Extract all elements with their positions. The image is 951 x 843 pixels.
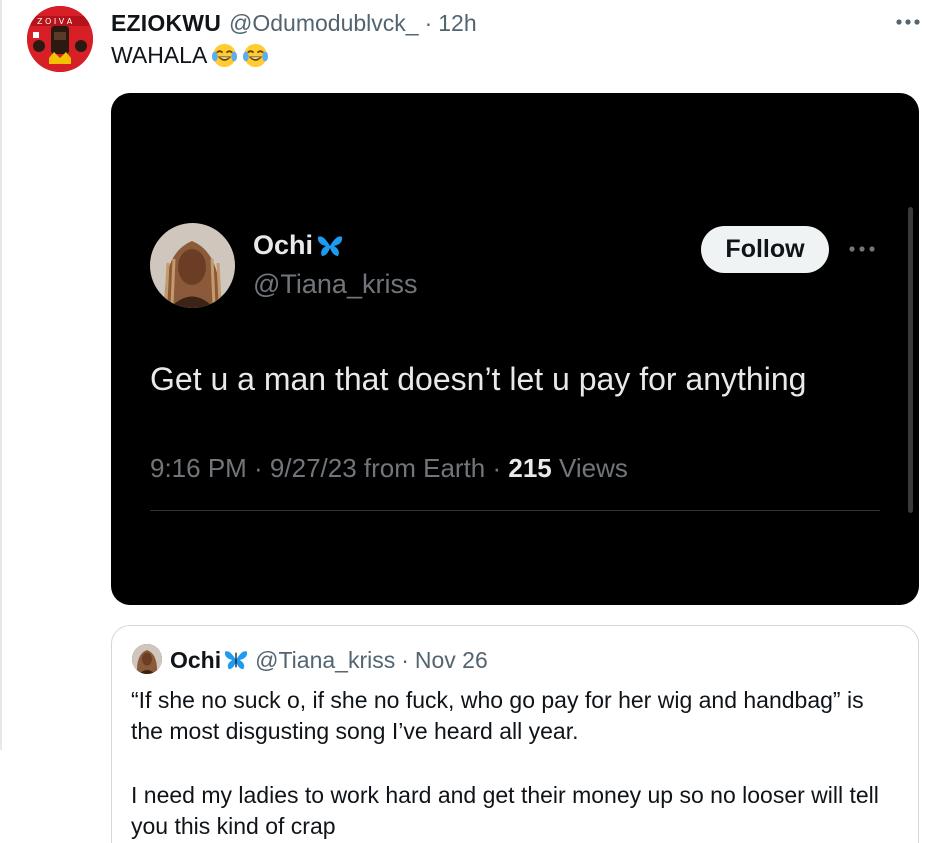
embedded-views-count: 215 bbox=[508, 453, 552, 483]
embedded-more-options bbox=[846, 237, 878, 261]
quoted-tweet-text: “If she no suck o, if she no fuck, who g… bbox=[131, 685, 901, 842]
header-separator: · bbox=[424, 9, 433, 36]
author-name[interactable]: EZIOKWU bbox=[111, 10, 221, 37]
embedded-follow-button: Follow bbox=[701, 226, 829, 273]
embedded-tweet-text: Get u a man that doesn’t let u pay for a… bbox=[150, 361, 807, 397]
embedded-author-name: Ochi bbox=[253, 230, 343, 261]
more-icon bbox=[896, 19, 920, 25]
tweet-text-content: WAHALA bbox=[111, 42, 208, 68]
embedded-tweet-date: 9:16 PM · 9/27/23 from Earth · bbox=[150, 453, 509, 483]
more-icon bbox=[849, 246, 875, 252]
quoted-tweet-header: Ochi @Tiana_kriss · Nov 26 bbox=[170, 645, 488, 675]
quoted-tweet-paragraph: I need my ladies to work hard and get th… bbox=[131, 782, 879, 839]
embedded-tweet-meta: 9:16 PM · 9/27/23 from Earth · 215 Views bbox=[150, 453, 628, 484]
quoted-header-separator: · bbox=[401, 646, 409, 673]
quoted-tweet[interactable]: Ochi @Tiana_kriss · Nov 26 “If she no su… bbox=[111, 625, 919, 843]
tweet-header: EZIOKWU @Odumodublvck_ · 12h bbox=[111, 9, 477, 37]
quoted-tweet-paragraph: “If she no suck o, if she no fuck, who g… bbox=[131, 687, 864, 744]
butterfly-icon bbox=[225, 651, 248, 670]
tweet-timestamp[interactable]: 12h bbox=[438, 10, 476, 37]
media-scrollbar bbox=[908, 207, 913, 513]
embedded-author-name-text: Ochi bbox=[253, 230, 314, 260]
tweet-view: Z O I V A EZIOKWU @Odumodublvck_ · 12h W… bbox=[0, 0, 951, 843]
tears-of-joy-emoji-icon bbox=[212, 43, 238, 68]
butterfly-icon bbox=[317, 235, 343, 256]
more-options-button[interactable] bbox=[891, 8, 925, 36]
tears-of-joy-emoji-icon bbox=[243, 43, 269, 68]
embedded-author-avatar bbox=[150, 223, 235, 308]
tweet-text: WAHALA bbox=[111, 42, 269, 69]
timeline-border bbox=[0, 0, 2, 750]
embedded-author-handle: @Tiana_kriss bbox=[253, 269, 418, 299]
svg-text:Z O I V A: Z O I V A bbox=[37, 17, 73, 26]
author-handle[interactable]: @Odumodublvck_ bbox=[229, 10, 419, 37]
quoted-author-handle: @Tiana_kriss bbox=[255, 646, 396, 673]
quoted-tweet-timestamp: Nov 26 bbox=[414, 646, 488, 673]
tweet-media-image[interactable]: Ochi @Tiana_kriss Follow Get u a man tha… bbox=[111, 93, 919, 605]
quoted-author-name: Ochi bbox=[170, 646, 222, 673]
author-avatar[interactable]: Z O I V A bbox=[27, 6, 93, 72]
quoted-author-avatar bbox=[132, 644, 162, 674]
embedded-views-label: Views bbox=[551, 453, 628, 483]
embedded-divider bbox=[150, 510, 880, 511]
